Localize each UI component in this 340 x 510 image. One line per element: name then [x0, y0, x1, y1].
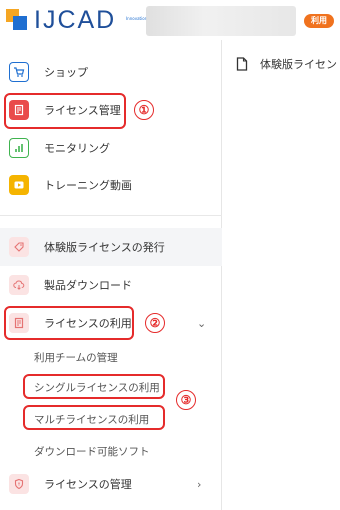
annotation-box-3b: [23, 405, 165, 430]
tag-icon: [9, 237, 29, 257]
chevron-right-icon[interactable]: ›: [197, 478, 201, 491]
shield-icon: [9, 474, 29, 494]
annotation-box-1: [4, 93, 126, 129]
page-title: 体験版ライセン: [236, 56, 337, 72]
sidebar-item-label: トレーニング動画: [44, 179, 132, 192]
ijcad-logo-icon: [6, 9, 28, 31]
submenu-downloadable-software[interactable]: ダウンロード可能ソフト: [34, 444, 150, 459]
annotation-box-3a: [23, 374, 165, 399]
annotation-number-2: ②: [145, 313, 165, 333]
annotation-number-1: ①: [134, 100, 154, 120]
play-icon: [9, 175, 29, 195]
sidebar-item-training-video[interactable]: トレーニング動画: [0, 166, 222, 204]
sidebar-item-license-admin[interactable]: ライセンスの管理 ›: [0, 465, 222, 503]
sidebar-divider: [0, 215, 222, 216]
sidebar-item-shop[interactable]: ショップ: [0, 53, 222, 91]
page-title-text: 体験版ライセン: [260, 58, 337, 71]
sidebar-item-monitoring[interactable]: モニタリング: [0, 129, 222, 167]
document-icon: [236, 57, 248, 71]
submenu-team-management[interactable]: 利用チームの管理: [34, 350, 118, 365]
sidebar-item-product-download[interactable]: 製品ダウンロード: [0, 266, 222, 304]
bar-chart-icon: [9, 138, 29, 158]
chevron-down-icon[interactable]: ⌄: [197, 317, 206, 330]
app-header: IJCAD Innovation 利用: [0, 0, 340, 40]
cart-icon: [9, 62, 29, 82]
cloud-download-icon: [9, 275, 29, 295]
sidebar-item-label: 製品ダウンロード: [44, 279, 132, 292]
annotation-box-2: [4, 306, 134, 340]
annotation-number-3: ③: [176, 390, 196, 410]
plan-badge[interactable]: 利用: [304, 14, 334, 28]
sidebar-item-label: ライセンスの管理: [44, 478, 132, 491]
sidebar-item-label: ショップ: [44, 66, 88, 79]
account-name-redacted: [146, 6, 296, 36]
logo-tagline: Innovation: [126, 16, 148, 21]
logo-text: IJCAD: [34, 6, 117, 34]
sidebar-item-trial-license[interactable]: 体験版ライセンスの発行: [0, 228, 222, 266]
sidebar-item-label: モニタリング: [44, 142, 110, 155]
sidebar-item-label: 体験版ライセンスの発行: [44, 241, 165, 254]
